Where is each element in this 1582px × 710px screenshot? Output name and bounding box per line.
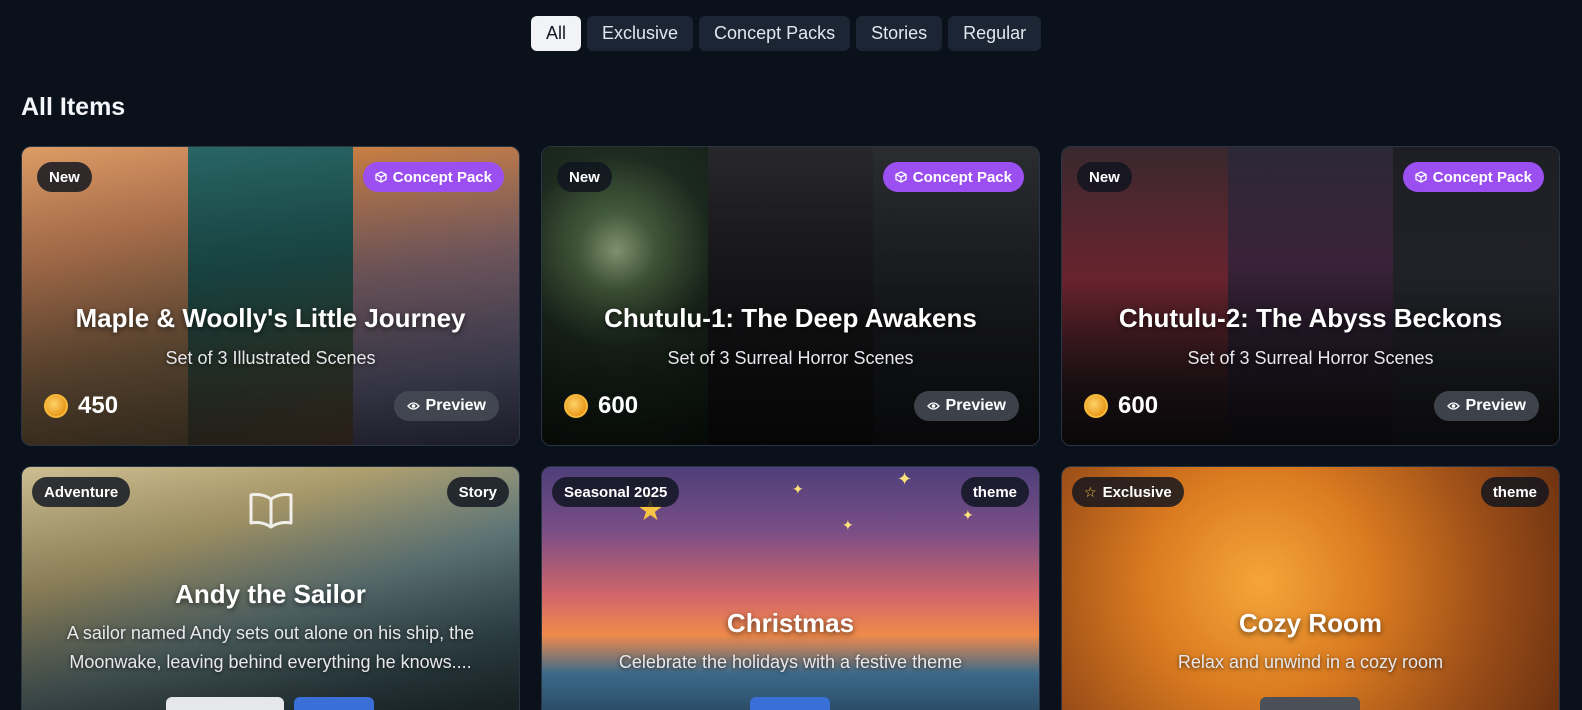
badge-label: Concept Pack xyxy=(392,168,492,186)
section-title: All Items xyxy=(21,93,126,121)
coin-icon xyxy=(1084,394,1108,418)
cube-icon xyxy=(1415,171,1427,183)
card-title: Maple & Woolly's Little Journey xyxy=(75,303,466,333)
read-button[interactable] xyxy=(166,697,284,710)
star-decoration: ✦ xyxy=(962,507,974,523)
card-subtitle: A sailor named Andy sets out alone on hi… xyxy=(66,623,475,672)
tab-stories[interactable]: Stories xyxy=(856,16,943,51)
exclusive-badge: ☆ Exclusive xyxy=(1072,477,1184,507)
badge-label: Concept Pack xyxy=(912,168,1012,186)
preview-button[interactable]: Preview xyxy=(1433,391,1539,421)
price: 450 xyxy=(44,392,118,420)
star-decoration: ✦ xyxy=(842,517,854,533)
card-title: Chutulu-1: The Deep Awakens xyxy=(604,303,977,333)
eye-icon xyxy=(1446,402,1460,410)
tab-exclusive[interactable]: Exclusive xyxy=(587,16,694,51)
price: 600 xyxy=(564,392,638,420)
card-subtitle: Set of 3 Illustrated Scenes xyxy=(165,348,376,368)
preview-label: Preview xyxy=(1465,397,1526,414)
badge-label: Concept Pack xyxy=(1432,168,1532,186)
type-badge: Story xyxy=(446,477,509,507)
filter-tabs: All Exclusive Concept Packs Stories Regu… xyxy=(531,16,1042,51)
eye-icon xyxy=(406,402,420,410)
card-title: Andy the Sailor xyxy=(175,579,366,609)
genre-badge: Adventure xyxy=(32,477,131,507)
item-card[interactable]: Adventure Story Andy the Sailor A sailor… xyxy=(21,466,520,710)
seasonal-badge: Seasonal 2025 xyxy=(552,477,680,507)
preview-label: Preview xyxy=(945,397,1006,414)
preview-button[interactable]: Preview xyxy=(913,391,1019,421)
card-title: Chutulu-2: The Abyss Beckons xyxy=(1118,303,1503,333)
preview-button[interactable]: Preview xyxy=(393,391,499,421)
price-value: 600 xyxy=(598,392,639,419)
price-value: 450 xyxy=(78,392,119,419)
price-value: 600 xyxy=(1118,392,1159,419)
star-decoration: ✦ xyxy=(792,481,804,497)
item-card[interactable]: New Concept Pack Maple & Woolly's Little… xyxy=(21,146,520,446)
coin-icon xyxy=(44,394,68,418)
card-title: Cozy Room xyxy=(1239,608,1382,638)
tab-regular[interactable]: Regular xyxy=(948,16,1042,51)
item-card[interactable]: ✦ ✦ ✦ ✦ ✦ ★ Seasonal 2025 theme Christma… xyxy=(541,466,1040,710)
card-subtitle: Set of 3 Surreal Horror Scenes xyxy=(667,348,914,368)
item-card[interactable]: ☆ Exclusive theme Cozy Room Relax and un… xyxy=(1061,466,1560,710)
card-title: Christmas xyxy=(726,608,855,638)
apply-button[interactable] xyxy=(750,697,830,710)
star-icon: ☆ xyxy=(1084,483,1097,500)
badge-label: Exclusive xyxy=(1102,483,1172,501)
price: 600 xyxy=(1084,392,1158,420)
concept-pack-badge: Concept Pack xyxy=(362,162,504,192)
new-badge: New xyxy=(1077,162,1132,192)
concept-pack-badge: Concept Pack xyxy=(882,162,1024,192)
action-button[interactable] xyxy=(294,697,374,710)
card-subtitle: Set of 3 Surreal Horror Scenes xyxy=(1187,348,1434,368)
card-subtitle: Relax and unwind in a cozy room xyxy=(1177,652,1444,672)
coin-icon xyxy=(564,394,588,418)
star-decoration: ✦ xyxy=(897,469,913,489)
apply-button[interactable] xyxy=(1260,697,1360,710)
type-badge: theme xyxy=(1480,477,1549,507)
new-badge: New xyxy=(37,162,92,192)
preview-label: Preview xyxy=(425,397,486,414)
tab-all[interactable]: All xyxy=(531,16,582,51)
concept-pack-badge: Concept Pack xyxy=(1402,162,1544,192)
card-subtitle: Celebrate the holidays with a festive th… xyxy=(618,652,963,672)
new-badge: New xyxy=(557,162,612,192)
cube-icon xyxy=(895,171,907,183)
item-card[interactable]: New Concept Pack Chutulu-2: The Abyss Be… xyxy=(1061,146,1560,446)
item-card[interactable]: New Concept Pack Chutulu-1: The Deep Awa… xyxy=(541,146,1040,446)
cube-icon xyxy=(375,171,387,183)
open-book-icon xyxy=(249,493,293,529)
tab-concept-packs[interactable]: Concept Packs xyxy=(699,16,851,51)
type-badge: theme xyxy=(960,477,1029,507)
eye-icon xyxy=(926,402,940,410)
